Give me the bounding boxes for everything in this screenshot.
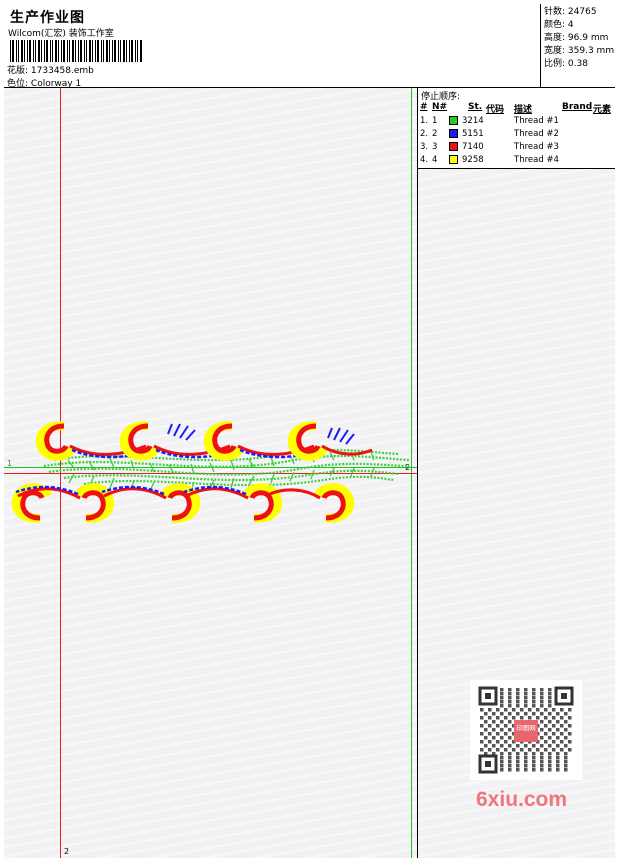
col-element: 元素 <box>593 105 612 115</box>
design-file-row: 花版: 1733458.emb <box>7 63 94 76</box>
page-title: 生产作业图 <box>10 10 85 26</box>
stop-row: 1. 1 3214 Thread #1 <box>420 116 559 126</box>
col-number: # <box>420 102 428 112</box>
stitch-count: 针数: 24765 <box>544 7 597 17</box>
embroidery-design <box>11 421 410 523</box>
guide-marker-2-bottom: 2 <box>64 847 70 856</box>
stop-row: 4. 4 9258 Thread #4 <box>420 155 559 165</box>
col-description: 描述 <box>514 105 533 115</box>
color-swatch <box>449 116 458 125</box>
col-brand: Brand <box>562 102 593 112</box>
design-scale: 比例: 0.38 <box>544 59 588 69</box>
col-stitch: St. <box>468 102 483 112</box>
top-swirls <box>35 421 373 461</box>
qr-code: 印图网 <box>470 680 582 780</box>
header-info: 生产作业图 Wilcom(汇宏) 装饰工作室 花版: 1733458.emb 色… <box>4 4 541 89</box>
company-name: Wilcom(汇宏) 装饰工作室 <box>8 29 114 39</box>
col-needle: N# <box>432 102 448 112</box>
design-file-value: 1733458.emb <box>30 66 94 76</box>
design-file-label: 花版: <box>7 66 29 76</box>
design-width: 宽度: 359.3 mm <box>544 46 615 56</box>
color-swatch <box>449 155 458 164</box>
barcode <box>10 40 142 62</box>
stop-sequence-table: 停止顺序: # N# St. 代码 描述 Brand 元素 1. 1 3214 … <box>418 88 615 169</box>
watermark-text: 6xiu.com <box>476 788 568 811</box>
col-code: 代码 <box>486 105 505 115</box>
color-count: 颜色: 4 <box>544 20 574 30</box>
design-canvas[interactable]: 1 2 2 <box>4 88 418 858</box>
stop-row: 3. 3 7140 Thread #3 <box>420 142 559 152</box>
design-specs: 针数: 24765 颜色: 4 高度: 96.9 mm 宽度: 359.3 mm… <box>541 4 615 88</box>
qr-badge-text: 印图网 <box>516 724 536 732</box>
color-swatch <box>449 142 458 151</box>
bottom-swirls <box>11 483 355 523</box>
stop-row: 2. 2 5151 Thread #2 <box>420 129 559 139</box>
color-swatch <box>449 129 458 138</box>
stop-sequence-title: 停止顺序: <box>421 92 461 102</box>
design-height: 高度: 96.9 mm <box>544 33 609 43</box>
